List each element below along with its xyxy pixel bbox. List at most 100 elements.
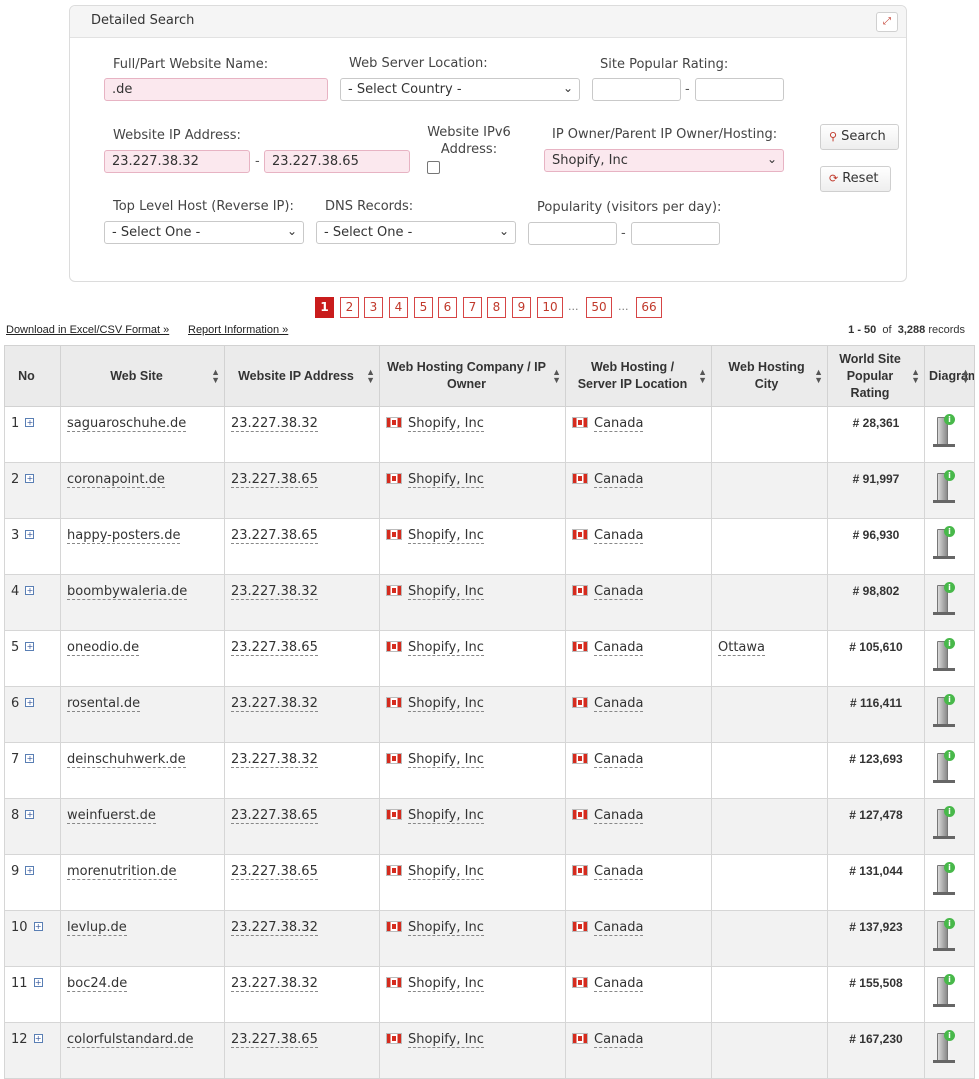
web-site-link[interactable]: morenutrition.de (67, 864, 177, 880)
server-location-select[interactable]: - Select Country - ⌄ (340, 78, 580, 101)
ip-address-link[interactable]: 23.227.38.32 (231, 584, 318, 600)
web-site-link[interactable]: rosental.de (67, 696, 141, 712)
page-50[interactable]: 50 (586, 297, 612, 318)
ip-address-link[interactable]: 23.227.38.32 (231, 920, 318, 936)
server-diagram-icon[interactable]: i (933, 413, 955, 447)
hosting-company-link[interactable]: Shopify, Inc (408, 472, 484, 488)
page-5[interactable]: 5 (414, 297, 433, 318)
popularity-from-input[interactable] (528, 222, 617, 245)
ip-address-link[interactable]: 23.227.38.32 (231, 752, 318, 768)
hosting-company-link[interactable]: Shopify, Inc (408, 416, 484, 432)
ip-location-link[interactable]: Canada (594, 416, 644, 432)
web-site-link[interactable]: coronapoint.de (67, 472, 165, 488)
page-1[interactable]: 1 (315, 297, 334, 318)
ip-address-link[interactable]: 23.227.38.65 (231, 472, 318, 488)
expand-row-plus-icon[interactable]: + (25, 586, 35, 595)
ip-from-input[interactable]: 23.227.38.32 (104, 150, 250, 173)
header-no[interactable]: No (4, 345, 61, 407)
download-csv-link[interactable]: Download in Excel/CSV Format » (6, 324, 169, 336)
page-66[interactable]: 66 (636, 297, 662, 318)
expand-row-plus-icon[interactable]: + (25, 810, 35, 819)
popularity-to-input[interactable] (631, 222, 720, 245)
ip-address-link[interactable]: 23.227.38.65 (231, 1032, 318, 1048)
page-9[interactable]: 9 (512, 297, 531, 318)
web-site-link[interactable]: boombywaleria.de (67, 584, 188, 600)
hosting-company-link[interactable]: Shopify, Inc (408, 528, 484, 544)
hosting-company-link[interactable]: Shopify, Inc (408, 920, 484, 936)
page-6[interactable]: 6 (438, 297, 457, 318)
ip-location-link[interactable]: Canada (594, 472, 644, 488)
page-4[interactable]: 4 (389, 297, 408, 318)
server-diagram-icon[interactable]: i (933, 917, 955, 951)
hosting-company-link[interactable]: Shopify, Inc (408, 1032, 484, 1048)
ip-address-link[interactable]: 23.227.38.65 (231, 528, 318, 544)
page-3[interactable]: 3 (364, 297, 383, 318)
page-2[interactable]: 2 (340, 297, 359, 318)
ip-location-link[interactable]: Canada (594, 920, 644, 936)
ip-location-link[interactable]: Canada (594, 1032, 644, 1048)
ip-to-input[interactable]: 23.227.38.65 (264, 150, 410, 173)
expand-row-plus-icon[interactable]: + (33, 1034, 43, 1043)
page-10[interactable]: 10 (537, 297, 563, 318)
ip-address-link[interactable]: 23.227.38.32 (231, 976, 318, 992)
ip-location-link[interactable]: Canada (594, 696, 644, 712)
website-name-input[interactable]: .de (104, 78, 328, 101)
hosting-company-link[interactable]: Shopify, Inc (408, 808, 484, 824)
ip-location-link[interactable]: Canada (594, 808, 644, 824)
server-diagram-icon[interactable]: i (933, 1029, 955, 1063)
popular-rating-to-input[interactable] (695, 78, 784, 101)
report-information-link[interactable]: Report Information » (188, 324, 288, 336)
ip-location-link[interactable]: Canada (594, 584, 644, 600)
web-site-link[interactable]: deinschuhwerk.de (67, 752, 186, 768)
expand-row-plus-icon[interactable]: + (25, 866, 35, 875)
ip-location-link[interactable]: Canada (594, 752, 644, 768)
expand-icon[interactable]: ⤢ (876, 12, 898, 32)
web-site-link[interactable]: saguaroschuhe.de (67, 416, 187, 432)
hosting-company-link[interactable]: Shopify, Inc (408, 584, 484, 600)
search-button[interactable]: ⚲ Search (820, 124, 899, 150)
page-8[interactable]: 8 (487, 297, 506, 318)
header-ip-location[interactable]: Web Hosting / Server IP Location ▲ ▼ (565, 345, 712, 407)
header-popular-rating[interactable]: World Site Popular Rating ▲ ▼ (827, 345, 925, 407)
server-diagram-icon[interactable]: i (933, 973, 955, 1007)
header-diagram[interactable]: Diagram ▲ ▼ (924, 345, 975, 407)
page-7[interactable]: 7 (463, 297, 482, 318)
expand-row-plus-icon[interactable]: + (25, 754, 35, 763)
expand-row-plus-icon[interactable]: + (25, 642, 35, 651)
ip-address-link[interactable]: 23.227.38.65 (231, 864, 318, 880)
server-diagram-icon[interactable]: i (933, 693, 955, 727)
hosting-company-link[interactable]: Shopify, Inc (408, 640, 484, 656)
expand-row-plus-icon[interactable]: + (25, 418, 35, 427)
expand-row-plus-icon[interactable]: + (25, 530, 35, 539)
server-diagram-icon[interactable]: i (933, 525, 955, 559)
ip-location-link[interactable]: Canada (594, 640, 644, 656)
hosting-city-link[interactable]: Ottawa (718, 640, 765, 656)
server-diagram-icon[interactable]: i (933, 469, 955, 503)
web-site-link[interactable]: oneodio.de (67, 640, 140, 656)
ip-address-link[interactable]: 23.227.38.32 (231, 696, 318, 712)
ip-address-link[interactable]: 23.227.38.32 (231, 416, 318, 432)
web-site-link[interactable]: colorfulstandard.de (67, 1032, 194, 1048)
top-level-host-select[interactable]: - Select One - ⌄ (104, 221, 304, 244)
ip-owner-select[interactable]: Shopify, Inc ⌄ (544, 149, 784, 172)
header-hosting-city[interactable]: Web Hosting City ▲ ▼ (711, 345, 828, 407)
ip-location-link[interactable]: Canada (594, 976, 644, 992)
hosting-company-link[interactable]: Shopify, Inc (408, 752, 484, 768)
reset-button[interactable]: ⟳ Reset (820, 166, 891, 192)
popular-rating-from-input[interactable] (592, 78, 681, 101)
server-diagram-icon[interactable]: i (933, 861, 955, 895)
ip-address-link[interactable]: 23.227.38.65 (231, 640, 318, 656)
server-diagram-icon[interactable]: i (933, 749, 955, 783)
server-diagram-icon[interactable]: i (933, 581, 955, 615)
hosting-company-link[interactable]: Shopify, Inc (408, 864, 484, 880)
header-hosting-company[interactable]: Web Hosting Company / IP Owner ▲ ▼ (379, 345, 566, 407)
header-web-site[interactable]: Web Site ▲ ▼ (60, 345, 225, 407)
web-site-link[interactable]: weinfuerst.de (67, 808, 156, 824)
expand-row-plus-icon[interactable]: + (25, 474, 35, 483)
expand-row-plus-icon[interactable]: + (25, 698, 35, 707)
expand-row-plus-icon[interactable]: + (33, 978, 43, 987)
web-site-link[interactable]: boc24.de (67, 976, 128, 992)
hosting-company-link[interactable]: Shopify, Inc (408, 976, 484, 992)
web-site-link[interactable]: levlup.de (67, 920, 127, 936)
web-site-link[interactable]: happy-posters.de (67, 528, 181, 544)
